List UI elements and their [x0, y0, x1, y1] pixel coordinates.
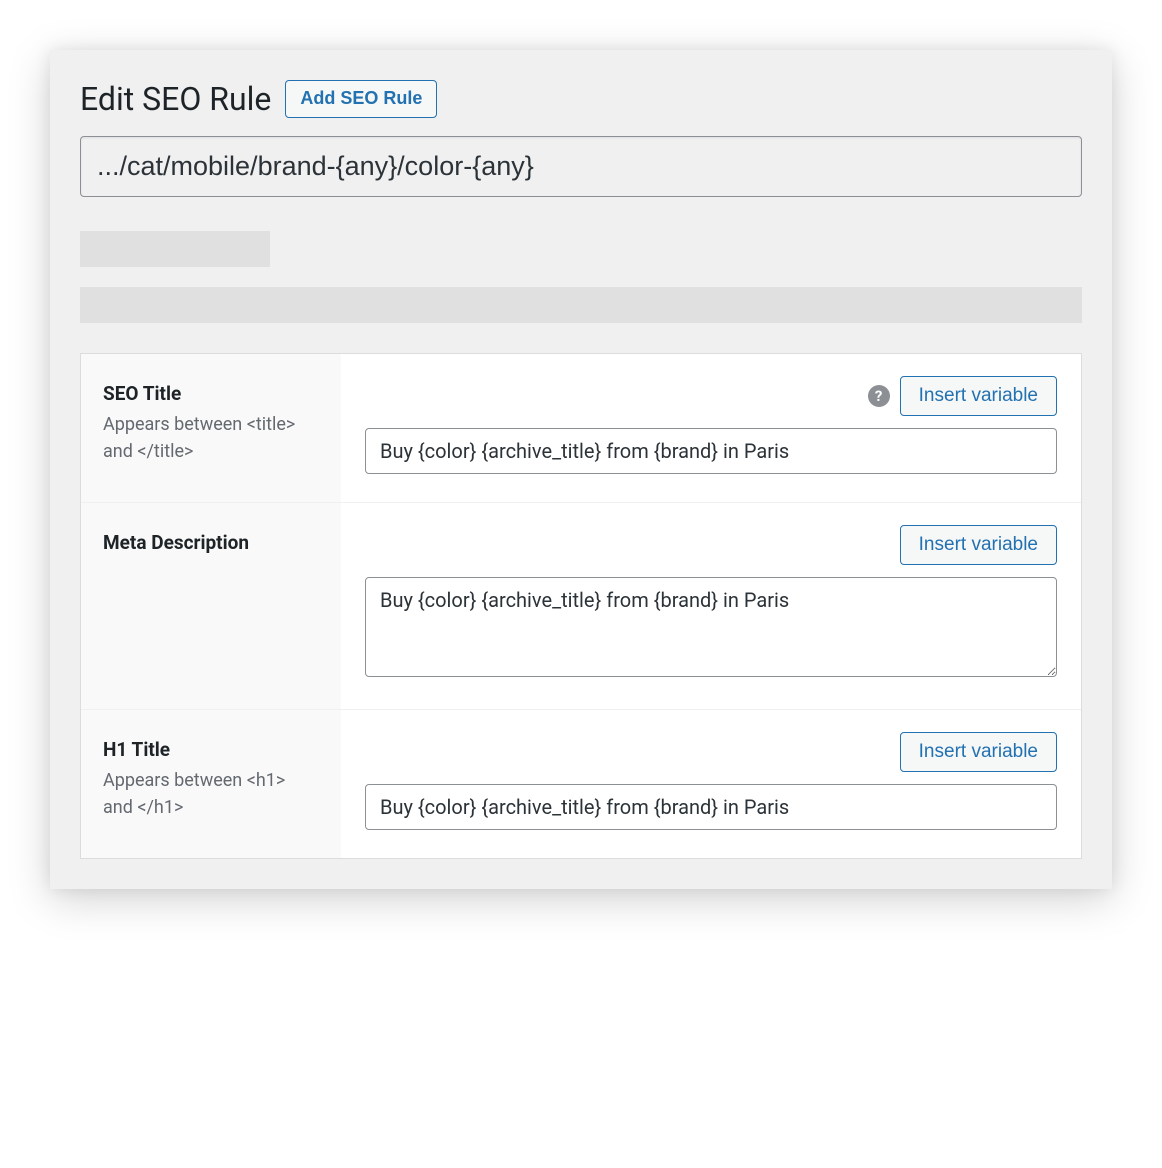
insert-variable-button[interactable]: Insert variable: [900, 376, 1057, 416]
page-title: Edit SEO Rule: [80, 80, 271, 118]
help-icon[interactable]: ?: [868, 385, 890, 407]
meta-description-input[interactable]: [365, 577, 1057, 677]
input-toolbar: ? Insert variable: [365, 376, 1057, 416]
field-row-meta-description: Meta Description Insert variable: [81, 503, 1081, 710]
input-toolbar: Insert variable: [365, 732, 1057, 772]
field-row-h1-title: H1 Title Appears between <h1> and </h1> …: [81, 710, 1081, 858]
field-input-cell: ? Insert variable: [341, 354, 1081, 502]
input-toolbar: Insert variable: [365, 525, 1057, 565]
h1-title-hint: Appears between <h1> and </h1>: [103, 770, 285, 818]
insert-variable-button[interactable]: Insert variable: [900, 732, 1057, 772]
field-input-cell: Insert variable: [341, 503, 1081, 709]
placeholder-bar: [80, 287, 1082, 323]
meta-description-label: Meta Description: [103, 531, 319, 554]
seo-title-hint: Appears between <title> and </title>: [103, 414, 295, 462]
rule-pattern-input[interactable]: [80, 136, 1082, 197]
edit-seo-rule-panel: Edit SEO Rule Add SEO Rule SEO Title App…: [50, 50, 1112, 889]
placeholder-block: [80, 231, 270, 267]
field-label-cell: Meta Description: [81, 503, 341, 709]
field-input-cell: Insert variable: [341, 710, 1081, 858]
add-seo-rule-button[interactable]: Add SEO Rule: [285, 80, 437, 117]
seo-title-input[interactable]: [365, 428, 1057, 474]
seo-fields-metabox: SEO Title Appears between <title> and </…: [80, 353, 1082, 859]
h1-title-input[interactable]: [365, 784, 1057, 830]
page-header: Edit SEO Rule Add SEO Rule: [80, 80, 1082, 118]
field-row-seo-title: SEO Title Appears between <title> and </…: [81, 354, 1081, 503]
field-label-cell: H1 Title Appears between <h1> and </h1>: [81, 710, 341, 858]
insert-variable-button[interactable]: Insert variable: [900, 525, 1057, 565]
h1-title-label: H1 Title: [103, 738, 319, 761]
seo-title-label: SEO Title: [103, 382, 319, 405]
field-label-cell: SEO Title Appears between <title> and </…: [81, 354, 341, 502]
